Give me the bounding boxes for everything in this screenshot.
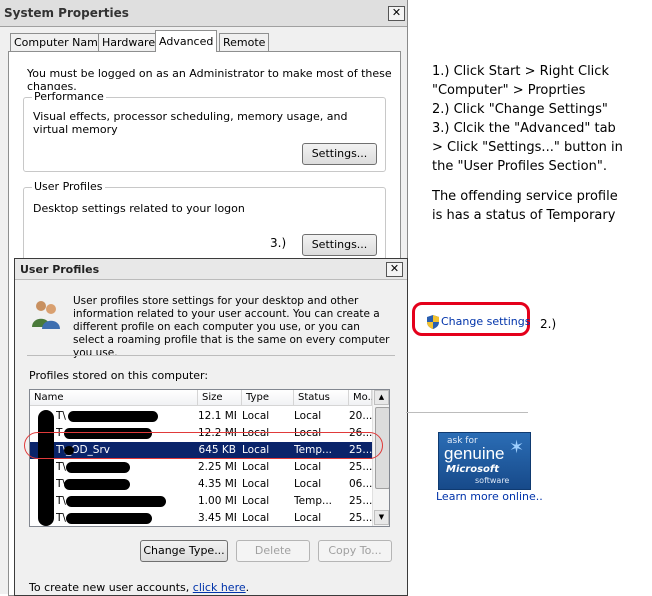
click-here-link[interactable]: click here	[193, 581, 246, 594]
footer-text: To create new user accounts,	[29, 581, 190, 594]
scroll-down-icon[interactable]: ▼	[374, 510, 389, 525]
note-line: The offending service profile	[432, 189, 618, 204]
close-button[interactable]: ✕	[388, 6, 405, 21]
instruction-line: the "User Profiles Section".	[432, 159, 607, 174]
profile-size: 12.1 MB	[198, 410, 236, 422]
profile-status: Local	[294, 410, 322, 422]
temporary-profile-highlight	[24, 432, 383, 459]
column-header-type[interactable]: Type	[242, 390, 294, 406]
profile-modified: 25...	[349, 512, 372, 524]
copy-to-button[interactable]: Copy To...	[318, 540, 392, 562]
profile-modified: 25...	[349, 495, 372, 507]
profile-type: Local	[242, 461, 270, 473]
performance-group: Performance Visual effects, processor sc…	[23, 90, 386, 172]
change-type-button[interactable]: Change Type...	[140, 540, 228, 562]
table-row[interactable]: T\1.00 MBLocalTemp...25...	[30, 493, 372, 510]
delete-button[interactable]: Delete	[236, 540, 310, 562]
table-row[interactable]: T\3.45 MBLocalLocal25...	[30, 510, 372, 526]
tab-hardware[interactable]: Hardware	[98, 33, 160, 51]
redaction-mark	[66, 513, 152, 524]
window-title: System Properties	[4, 6, 129, 20]
tab-computer-name[interactable]: Computer Name	[10, 33, 109, 51]
title-bar: System Properties ✕	[0, 0, 407, 27]
redaction-mark	[64, 479, 130, 490]
badge-software: software	[475, 476, 510, 485]
table-row[interactable]: T\2.25 MBLocalLocal25...	[30, 459, 372, 476]
star-icon: ✶	[509, 437, 525, 458]
profile-type: Local	[242, 478, 270, 490]
dialog-title-bar: User Profiles ✕	[15, 259, 407, 280]
instruction-line: 1.) Click Start > Right Click	[432, 64, 609, 79]
step-2-annotation: 2.)	[540, 317, 557, 331]
profile-size: 3.45 MB	[198, 512, 236, 524]
redaction-mark	[38, 410, 54, 526]
profile-size: 2.25 MB	[198, 461, 236, 473]
table-row[interactable]: T\4.35 MBLocalLocal06...	[30, 476, 372, 493]
column-header-size[interactable]: Size	[198, 390, 242, 406]
tab-advanced[interactable]: Advanced	[155, 30, 218, 52]
badge-microsoft: Microsoft	[446, 464, 500, 475]
profile-type: Local	[242, 410, 270, 422]
user-profiles-description: Desktop settings related to your logon	[33, 202, 245, 215]
dialog-close-button[interactable]: ✕	[386, 262, 403, 277]
dialog-intro-text: User profiles store settings for your de…	[73, 295, 390, 359]
table-row[interactable]: T\12.1 MBLocalLocal20...	[30, 408, 372, 425]
performance-description: Visual effects, processor scheduling, me…	[33, 110, 348, 136]
profile-modified: 06...	[349, 478, 372, 490]
column-header-name[interactable]: Name	[30, 390, 198, 406]
profile-status: Local	[294, 478, 322, 490]
user-profiles-settings-button[interactable]: Settings...	[302, 234, 377, 256]
divider-line	[406, 412, 528, 413]
profile-type: Local	[242, 512, 270, 524]
profile-modified: 20...	[349, 410, 372, 422]
badge-genuine: genuine	[444, 444, 505, 463]
profile-type: Local	[242, 495, 270, 507]
note-line: is has a status of Temporary	[432, 208, 616, 223]
user-profiles-group: User Profiles Desktop settings related t…	[23, 180, 386, 264]
profile-size: 4.35 MB	[198, 478, 236, 490]
profiles-list-label: Profiles stored on this computer:	[29, 369, 209, 382]
column-header-status[interactable]: Status	[294, 390, 349, 406]
redaction-mark	[66, 462, 130, 473]
performance-label: Performance	[32, 90, 106, 103]
profile-status: Local	[294, 512, 322, 524]
user-profiles-dialog: User Profiles ✕ User profiles store sett…	[14, 258, 408, 596]
profile-modified: 25...	[349, 461, 372, 473]
profile-status: Local	[294, 461, 322, 473]
change-settings-link[interactable]: Change settings	[441, 315, 530, 328]
users-icon	[31, 297, 61, 332]
instruction-line: 3.) Clcik the "Advanced" tab	[432, 121, 616, 136]
learn-more-link[interactable]: Learn more online..	[436, 490, 543, 503]
vertical-scrollbar[interactable]: ▲ ▼	[372, 390, 389, 526]
profile-size: 1.00 MB	[198, 495, 236, 507]
profile-status: Temp...	[294, 495, 332, 507]
user-profiles-label: User Profiles	[32, 180, 105, 193]
genuine-microsoft-badge[interactable]: ask for genuine Microsoft software ✶	[438, 432, 531, 490]
tab-remote[interactable]: Remote	[219, 33, 270, 51]
redaction-mark	[66, 496, 166, 507]
performance-settings-button[interactable]: Settings...	[302, 143, 377, 165]
divider	[27, 355, 395, 356]
instruction-line: 2.) Click "Change Settings"	[432, 102, 608, 117]
scroll-up-icon[interactable]: ▲	[374, 390, 389, 405]
step-3-annotation: 3.)	[270, 236, 287, 250]
column-header-modified[interactable]: Mo...	[349, 390, 377, 406]
instruction-line: "Computer" > Proprties	[432, 83, 586, 98]
shield-icon	[426, 315, 440, 332]
redaction-mark	[68, 411, 158, 422]
footer: To create new user accounts, click here.	[29, 581, 250, 594]
instructions: 1.) Click Start > Right Click "Computer"…	[432, 62, 642, 225]
instruction-line: > Click "Settings..." button in	[432, 140, 623, 155]
dialog-title: User Profiles	[20, 263, 100, 276]
